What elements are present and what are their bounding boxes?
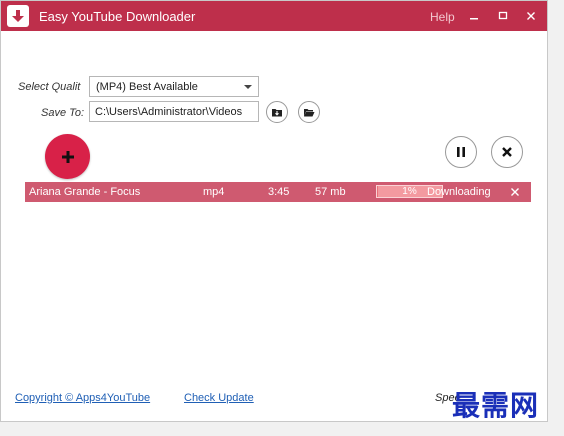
pause-icon	[457, 147, 465, 157]
save-to-label: Save To:	[41, 107, 85, 119]
pause-button[interactable]	[445, 136, 477, 168]
browse-folder-button[interactable]	[298, 101, 320, 123]
window-title: Easy YouTube Downloader	[39, 9, 196, 24]
download-format: mp4	[203, 186, 225, 198]
download-arrow-icon	[7, 5, 29, 27]
copyright-link[interactable]: Copyright © Apps4YouTube	[15, 392, 150, 404]
download-size: 57 mb	[315, 186, 346, 198]
add-video-button[interactable]	[45, 134, 90, 179]
watermark: 最需网	[452, 389, 540, 422]
remove-download-button[interactable]	[510, 184, 520, 200]
close-icon	[511, 188, 519, 196]
quality-dropdown[interactable]: (MP4) Best Available	[89, 76, 259, 97]
app-window: Easy YouTube Downloader Help Select Qual…	[0, 0, 548, 422]
close-window-button[interactable]	[522, 7, 540, 25]
close-icon	[527, 12, 535, 20]
open-folder-icon	[304, 109, 315, 117]
download-status: Downloading	[427, 186, 491, 198]
chevron-down-icon	[244, 85, 252, 89]
quality-value: (MP4) Best Available	[96, 81, 198, 93]
download-folder-icon	[272, 109, 282, 117]
minimize-icon	[470, 18, 478, 20]
plus-icon	[61, 150, 74, 163]
minimize-button[interactable]	[465, 7, 483, 25]
maximize-button[interactable]	[494, 7, 512, 25]
download-duration: 3:45	[268, 186, 290, 198]
close-icon	[502, 147, 512, 157]
cancel-all-button[interactable]	[491, 136, 523, 168]
save-path-field[interactable]: C:\Users\Administrator\Videos	[89, 101, 259, 122]
title-bar: Easy YouTube Downloader Help	[1, 1, 547, 31]
download-folder-button[interactable]	[266, 101, 288, 123]
help-link[interactable]: Help	[430, 10, 455, 24]
download-title: Ariana Grande - Focus	[29, 186, 141, 198]
select-quality-label: Select Qualit	[18, 81, 81, 93]
maximize-icon	[498, 11, 508, 20]
save-path-value: C:\Users\Administrator\Videos	[95, 106, 243, 118]
download-row[interactable]: Ariana Grande - Focus mp4 3:45 57 mb 1% …	[25, 182, 531, 202]
check-update-link[interactable]: Check Update	[184, 392, 254, 404]
